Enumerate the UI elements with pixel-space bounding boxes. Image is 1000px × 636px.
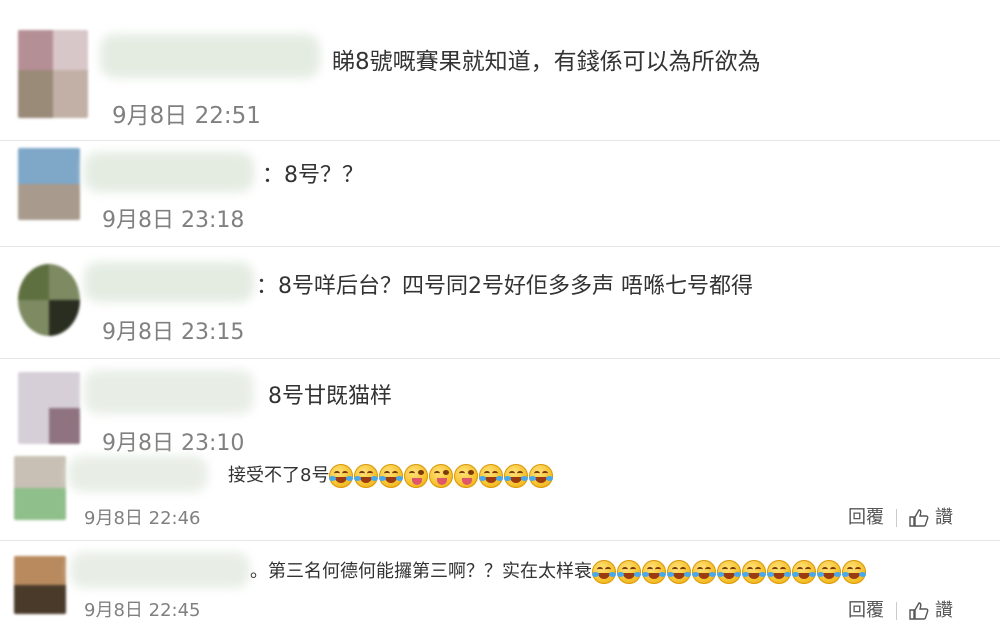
comment-actions: 回覆 讚 xyxy=(848,503,953,529)
divider xyxy=(0,540,1000,541)
emoji-row xyxy=(592,560,867,584)
rofl-emoji-icon xyxy=(742,560,766,584)
avatar[interactable] xyxy=(18,30,88,118)
rofl-emoji-icon xyxy=(767,560,791,584)
avatar[interactable] xyxy=(14,456,66,520)
rofl-emoji-icon xyxy=(692,560,716,584)
rofl-emoji-icon xyxy=(479,464,504,488)
username-redacted[interactable] xyxy=(70,552,250,588)
comment-time: 9月8日 23:18 xyxy=(102,208,245,233)
comment-text: ：8号？？ xyxy=(262,163,364,188)
comment-time: 9月8日 22:45 xyxy=(84,600,201,621)
username-redacted[interactable] xyxy=(84,262,254,302)
avatar[interactable] xyxy=(18,148,80,220)
yum-emoji-icon xyxy=(404,464,429,488)
comment-text: 。第三名何德何能攞第三啊？？实在太样衰 xyxy=(250,557,867,584)
username-redacted[interactable] xyxy=(84,152,254,192)
divider xyxy=(0,358,1000,359)
rofl-emoji-icon xyxy=(717,560,741,584)
rofl-emoji-icon xyxy=(817,560,841,584)
rofl-emoji-icon xyxy=(504,464,529,488)
rofl-emoji-icon xyxy=(842,560,866,584)
avatar[interactable] xyxy=(18,372,80,444)
comment-time: 9月8日 23:10 xyxy=(102,431,245,456)
avatar[interactable] xyxy=(14,556,66,614)
username-redacted[interactable] xyxy=(84,370,254,414)
rofl-emoji-icon xyxy=(667,560,691,584)
thumbs-up-icon xyxy=(909,509,929,527)
rofl-emoji-icon xyxy=(617,560,641,584)
comment-time: 9月8日 23:15 xyxy=(102,320,245,345)
reply-button[interactable]: 回覆 xyxy=(848,600,884,621)
reply-button[interactable]: 回覆 xyxy=(848,507,884,528)
like-button[interactable]: 讚 xyxy=(909,600,953,621)
yum-emoji-icon xyxy=(454,464,479,488)
comment-text: 接受不了8号 xyxy=(228,461,554,488)
comment-time: 9月8日 22:51 xyxy=(112,103,261,129)
divider xyxy=(0,140,1000,141)
comment-text: 8号甘既猫样 xyxy=(268,384,392,409)
comment-text-content: 。第三名何德何能攞第三啊？？实在太样衰 xyxy=(250,561,592,582)
comment-actions: 回覆 讚 xyxy=(848,596,953,622)
yum-emoji-icon xyxy=(429,464,454,488)
username-redacted[interactable] xyxy=(68,456,208,492)
laugh-cry-emoji-icon xyxy=(354,464,379,488)
rofl-emoji-icon xyxy=(642,560,666,584)
separator xyxy=(896,509,897,527)
comment-text-content: 接受不了8号 xyxy=(228,465,330,486)
rofl-emoji-icon xyxy=(792,560,816,584)
divider xyxy=(0,246,1000,247)
username-redacted[interactable] xyxy=(100,34,320,78)
emoji-row xyxy=(329,464,554,488)
separator xyxy=(896,602,897,620)
thumbs-up-icon xyxy=(909,602,929,620)
comment-text: ：8号咩后台？四号同2号好佢多多声 唔喺七号都得 xyxy=(256,274,753,299)
laugh-cry-emoji-icon xyxy=(329,464,354,488)
comment-time: 9月8日 22:46 xyxy=(84,508,201,529)
comment-text: 睇8號嘅賽果就知道，有錢係可以為所欲為 xyxy=(332,49,761,75)
like-label: 讚 xyxy=(935,600,953,621)
like-button[interactable]: 讚 xyxy=(909,507,953,528)
rofl-emoji-icon xyxy=(529,464,554,488)
rofl-emoji-icon xyxy=(592,560,616,584)
avatar[interactable] xyxy=(18,264,80,336)
like-label: 讚 xyxy=(935,507,953,528)
laugh-cry-emoji-icon xyxy=(379,464,404,488)
